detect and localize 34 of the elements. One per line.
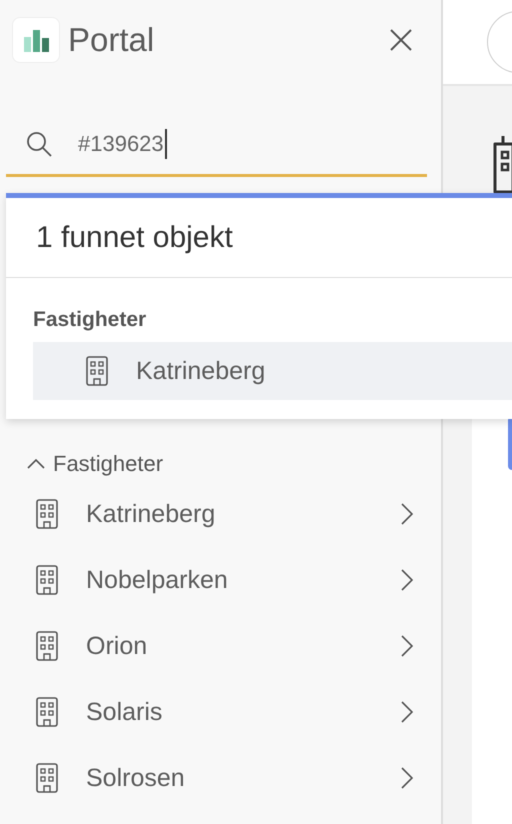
- property-label: Katrineberg: [86, 500, 216, 528]
- section-header[interactable]: Fastigheter: [27, 447, 441, 481]
- building-icon: [36, 499, 58, 529]
- search-icon: [26, 130, 52, 156]
- app-title: Portal: [68, 21, 156, 59]
- property-item[interactable]: Nobelparken: [0, 547, 441, 613]
- result-count: 1 funnet objekt: [6, 198, 512, 278]
- property-item[interactable]: Orion: [0, 613, 441, 679]
- property-label: Solrosen: [86, 764, 186, 792]
- property-label: Solaris: [86, 698, 164, 726]
- building-icon: [36, 697, 58, 727]
- close-button[interactable]: [389, 28, 413, 52]
- building-icon: [491, 134, 512, 194]
- chevron-icon: [27, 459, 45, 469]
- chevron-right-icon: [401, 569, 413, 591]
- building-icon: [86, 356, 108, 386]
- bar-chart-logo-icon: [12, 17, 60, 63]
- section-label: Fastigheter: [53, 451, 164, 477]
- chevron-right-icon: [401, 701, 413, 723]
- property-label: Nobelparken: [86, 566, 229, 594]
- property-item[interactable]: Solrosen: [0, 745, 441, 811]
- property-item[interactable]: Solaris: [0, 679, 441, 745]
- building-icon: [36, 565, 58, 595]
- search-result-item[interactable]: Katrineberg: [33, 342, 512, 400]
- chevron-right-icon: [401, 503, 413, 525]
- building-icon: [36, 763, 58, 793]
- group-label: Fastigheter: [33, 307, 148, 333]
- building-icon: [36, 631, 58, 661]
- result-label: Katrineberg: [136, 356, 266, 386]
- search-field[interactable]: #139623: [6, 113, 427, 177]
- chevron-right-icon: [401, 635, 413, 657]
- property-item[interactable]: Katrineberg: [0, 481, 441, 547]
- chevron-right-icon: [401, 767, 413, 789]
- property-label: Orion: [86, 632, 148, 660]
